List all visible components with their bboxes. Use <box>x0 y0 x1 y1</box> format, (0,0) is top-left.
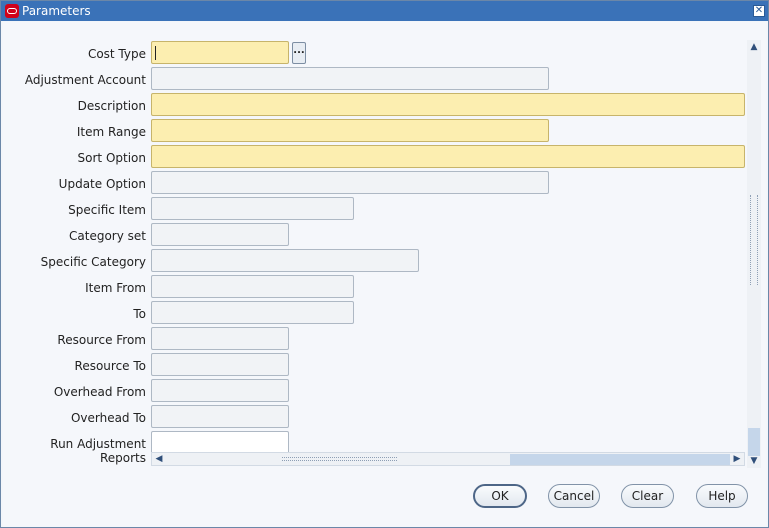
title-bar: Parameters ✕ <box>1 1 768 21</box>
category-set-label: Category set <box>69 229 146 243</box>
horizontal-scrollbar[interactable]: ◀ ▶ <box>151 452 745 466</box>
oracle-logo-icon <box>5 4 19 18</box>
overhead-from-label: Overhead From <box>53 385 146 399</box>
horizontal-scroll-thumb[interactable] <box>510 454 730 465</box>
overhead-to-label: Overhead To <box>70 411 146 425</box>
parameters-form: Cost Type Adjustment Account Description… <box>3 22 766 527</box>
resource-from-field[interactable] <box>151 327 289 350</box>
overhead-from-field[interactable] <box>151 379 289 402</box>
sort-option-field[interactable] <box>151 145 745 168</box>
specific-category-field[interactable] <box>151 249 419 272</box>
item-to-label: To <box>133 307 146 321</box>
run-adjustment-reports-label: Run Adjustment Reports <box>50 437 146 465</box>
vertical-scrollbar[interactable]: ▲ ▼ <box>747 40 761 468</box>
window-title: Parameters <box>22 4 91 18</box>
specific-item-field[interactable] <box>151 197 354 220</box>
item-from-label: Item From <box>85 281 146 295</box>
adjustment-account-field[interactable] <box>151 67 549 90</box>
scrollbar-grip <box>750 195 758 285</box>
run-adjustment-reports-field[interactable] <box>151 431 289 454</box>
close-icon[interactable]: ✕ <box>753 5 765 17</box>
overhead-to-field[interactable] <box>151 405 289 428</box>
update-option-label: Update Option <box>58 177 146 191</box>
item-range-field[interactable] <box>151 119 549 142</box>
scrollbar-grip <box>282 457 397 461</box>
cancel-button[interactable]: Cancel <box>548 484 600 508</box>
clear-button[interactable]: Clear <box>621 484 674 508</box>
item-range-label: Item Range <box>76 125 146 139</box>
scroll-up-icon[interactable]: ▲ <box>749 42 759 52</box>
item-to-field[interactable] <box>151 301 354 324</box>
scroll-left-icon[interactable]: ◀ <box>153 453 165 465</box>
specific-category-label: Specific Category <box>40 255 146 269</box>
update-option-field[interactable] <box>151 171 549 194</box>
item-from-field[interactable] <box>151 275 354 298</box>
description-field[interactable] <box>151 93 745 116</box>
resource-to-label: Resource To <box>74 359 146 373</box>
category-set-field[interactable] <box>151 223 289 246</box>
description-label: Description <box>77 99 146 113</box>
resource-to-field[interactable] <box>151 353 289 376</box>
cost-type-field[interactable] <box>151 41 289 64</box>
resource-from-label: Resource From <box>57 333 146 347</box>
specific-item-label: Specific Item <box>68 203 146 217</box>
cost-type-lov-button[interactable]: ... <box>292 42 306 64</box>
vertical-scroll-thumb[interactable] <box>748 428 760 456</box>
parameters-window: Parameters ✕ Cost Type Adjustment Accoun… <box>0 0 769 528</box>
ok-button[interactable]: OK <box>473 484 527 508</box>
adjustment-account-label: Adjustment Account <box>24 73 146 87</box>
scroll-down-icon[interactable]: ▼ <box>749 456 759 466</box>
help-button[interactable]: Help <box>696 484 748 508</box>
scroll-right-icon[interactable]: ▶ <box>731 453 743 465</box>
sort-option-label: Sort Option <box>77 151 146 165</box>
text-cursor <box>155 46 156 60</box>
cost-type-label: Cost Type <box>87 47 146 61</box>
